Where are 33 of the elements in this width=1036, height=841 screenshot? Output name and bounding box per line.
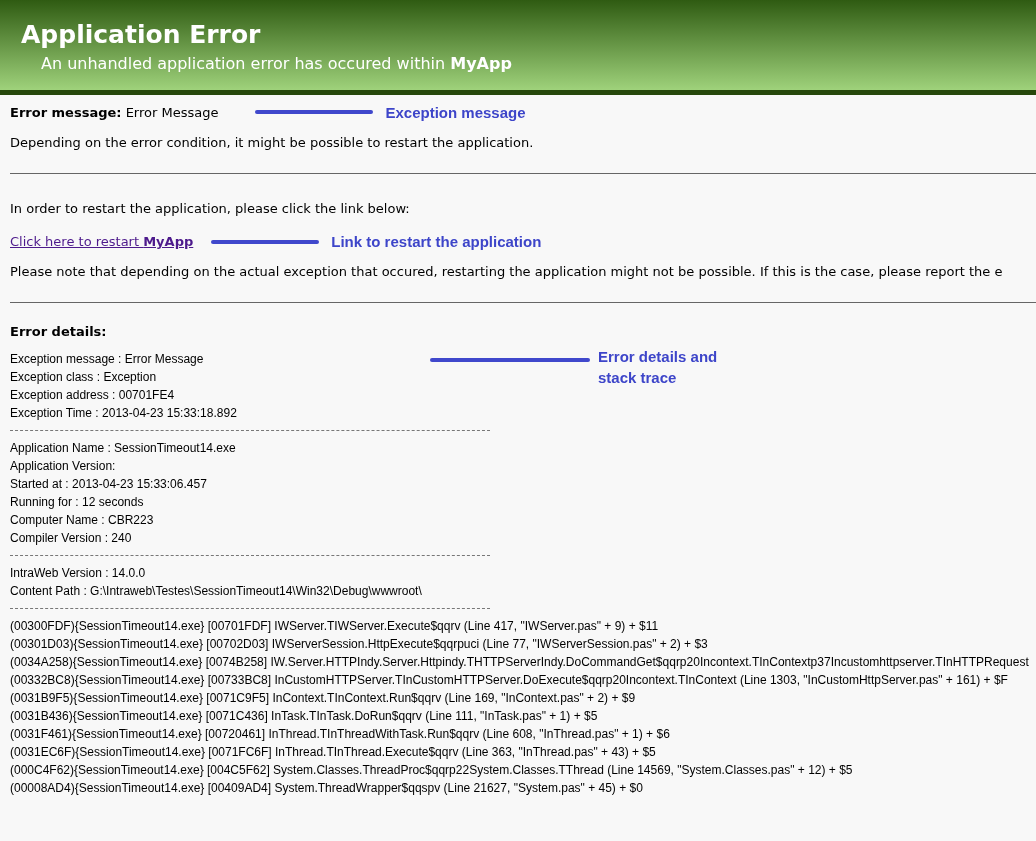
detail-line: IntraWeb Version : 14.0.0 [10,565,146,582]
error-message: Error message: Error Message [10,104,219,120]
stack-trace-line: (0031B436){SessionTimeout14.exe} [0071C436] InTask.TInTask.DoRun$qqrv (Line 111, "InTask.pas" + 1) + $5 [10,708,598,725]
instruction-text: In order to restart the application, please click the link below: [10,201,411,217]
detail-line: Exception Time : 2013-04-23 15:33:18.892 [10,405,237,422]
stack-trace-line: (0034A258){SessionTimeout14.exe} [0074B258] IW.Server.HTTPIndy.Server.Httpindy.THTTPServerIndy.DoCommandGet$qqrp20Incontext.TInContextp37Incustomhttpserver.TInHTTPRequest [10,654,1029,671]
detail-line: Exception message : Error Message [10,351,204,368]
stack-trace-line: (00300FDF){SessionTimeout14.exe} [00701FDF] IWServer.TIWServer.Execute$qqrv (Line 417, "IWServer.pas" + 9) + $11 [10,618,659,635]
restart-link[interactable]: Click here to restart MyApp [10,234,194,249]
callout-label: Exception message [385,103,526,121]
detail-line: Exception address : 00701FE4 [10,387,175,404]
detail-line: Compiler Version : 240 [10,530,132,547]
detail-line: Application Name : SessionTimeout14.exe [10,440,236,457]
intro-text: Depending on the error condition, it might be possible to restart the application. [10,135,535,151]
detail-line: Running for : 12 seconds [10,494,144,511]
stack-trace-line: (00301D03){SessionTimeout14.exe} [00702D03] IWServerSession.HttpExecute$qqrpuci (Line 77, "IWServerSession.pas" + 2) + $3 [10,636,708,653]
page-title: Application Error [21,20,262,50]
detail-line: Started at : 2013-04-23 15:33:06.457 [10,476,207,493]
stack-trace-line: (00008AD4){SessionTimeout14.exe} [00409AD4] System.ThreadWrapper$qqspv (Line 21627, "System.pas" + 45) + $0 [10,780,643,797]
detail-line: Computer Name : CBR223 [10,512,154,529]
detail-line: Content Path : G:\Intraweb\Testes\SessionTimeout14\Win32\Debug\wwwroot\ [10,583,422,600]
stack-trace-line: (000C4F62){SessionTimeout14.exe} [004C5F62] System.Classes.ThreadProc$qqrp22System.Classes.TThread (Line 14569, "System.Classes.pas" + 12) + $5 [10,762,853,779]
callout-label: Link to restart the application [331,233,542,250]
detail-line: Exception class : Exception [10,369,157,386]
stack-trace-line: (0031F461){SessionTimeout14.exe} [00720461] InThread.TInThreadWithTask.Run$qqrv (Line 608, "InThread.pas" + 1) + $6 [10,726,670,743]
detail-line: Application Version: [10,458,116,475]
note-text: Please note that depending on the actual exception that occured, restarting the application might not be possible. If this is the case, please report the e [10,264,1004,280]
stack-trace-line: (0031B9F5){SessionTimeout14.exe} [0071C9F5] InContext.TInContext.Run$qqrv (Line 169, "InContext.pas" + 2) + $9 [10,690,636,707]
stack-trace-line: (00332BC8){SessionTimeout14.exe} [00733BC8] InCustomHTTPServer.TInCustomHTTPServer.DoExecute$qqrp20Incontext.TInContext (Line 1303, "InCustomHttpServer.pas" + 161) + $F [10,672,1008,689]
page-subtitle: An unhandled application error has occured within MyApp [41,54,513,73]
callout-label: Error details and stack trace [598,347,719,388]
details-heading: Error details: [10,324,108,339]
stack-trace-line: (0031EC6F){SessionTimeout14.exe} [0071FC6F] InThread.TInThread.Execute$qqrv (Line 363, "InThread.pas" + 43) + $5 [10,744,656,761]
